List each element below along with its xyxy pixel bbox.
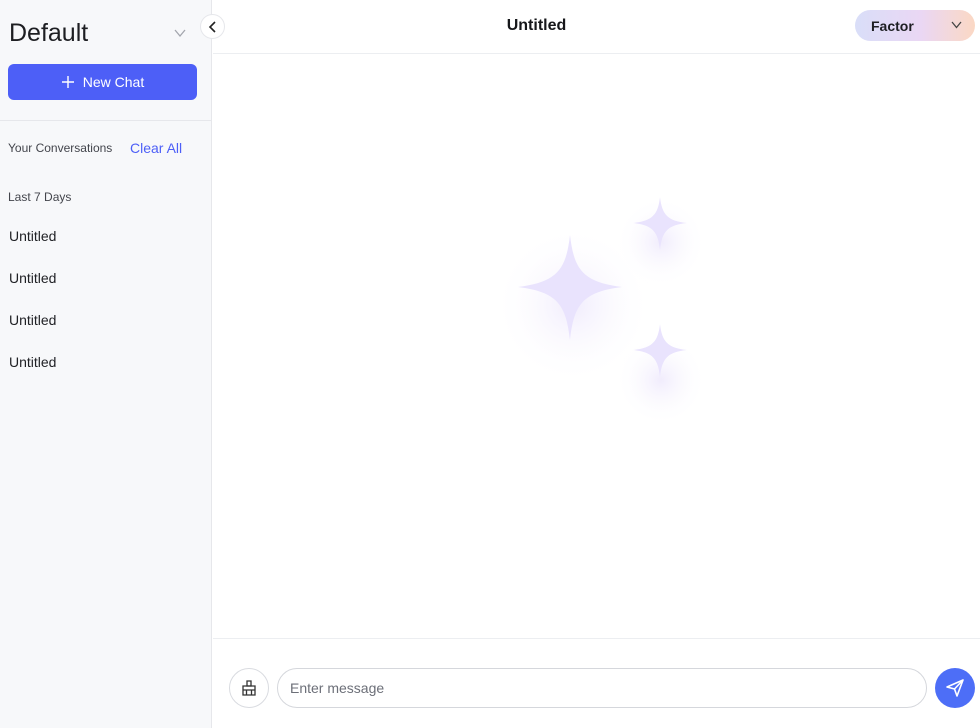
workspace-name: Default	[9, 19, 89, 47]
new-chat-button[interactable]: New Chat	[8, 64, 197, 100]
chat-app: Default New Chat Your Conversations Clea…	[0, 0, 980, 728]
collapse-sidebar-button[interactable]	[200, 14, 225, 39]
send-button[interactable]	[935, 668, 975, 708]
sparkles-icon	[493, 196, 707, 426]
conversation-item[interactable]: Untitled	[0, 216, 211, 256]
chevron-down-icon	[951, 21, 962, 29]
model-name: Factor	[871, 17, 914, 34]
broom-icon	[242, 680, 256, 696]
chevron-left-icon	[208, 20, 216, 33]
sidebar-divider	[0, 120, 211, 121]
clear-context-button[interactable]	[229, 668, 269, 708]
conversation-item[interactable]: Untitled	[0, 258, 211, 298]
send-icon	[946, 679, 964, 697]
message-input[interactable]	[277, 668, 927, 708]
chat-area	[213, 55, 980, 638]
conversation-group-label: Last 7 Days	[8, 190, 72, 204]
conversations-heading: Your Conversations	[8, 141, 113, 155]
clear-all-link[interactable]: Clear All	[130, 140, 182, 156]
chat-title: Untitled	[506, 17, 567, 34]
model-selector[interactable]: Factor	[855, 10, 975, 41]
plus-icon	[61, 76, 74, 88]
conversation-item[interactable]: Untitled	[0, 342, 211, 382]
conversation-item[interactable]: Untitled	[0, 300, 211, 340]
new-chat-label: New Chat	[82, 74, 145, 90]
message-composer	[213, 638, 980, 728]
workspace-selector[interactable]: Default	[0, 0, 212, 64]
chevron-down-icon	[174, 29, 186, 38]
chat-header: Untitled Factor	[213, 0, 980, 54]
sidebar: Default New Chat Your Conversations Clea…	[0, 0, 212, 728]
